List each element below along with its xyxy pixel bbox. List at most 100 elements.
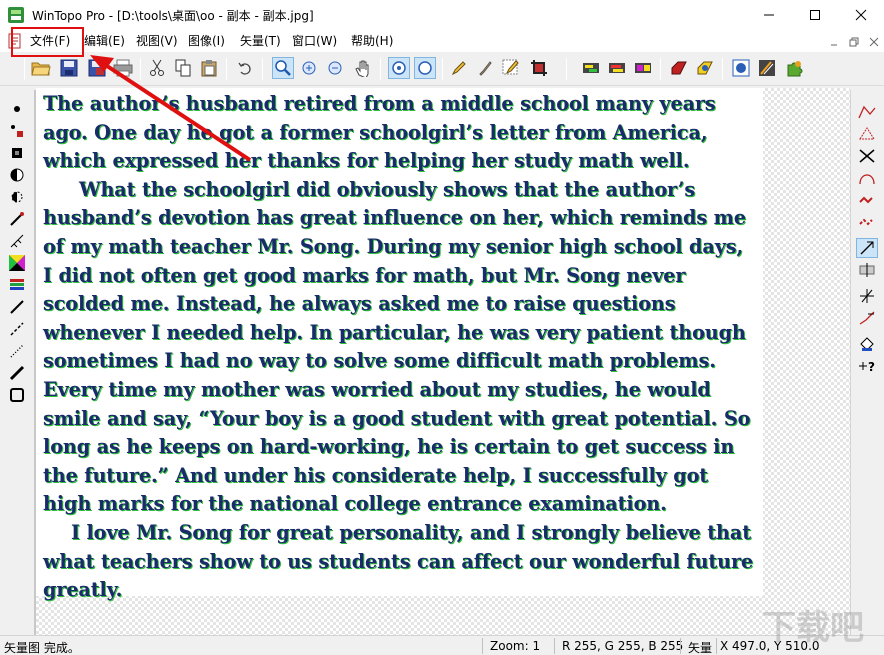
paragraph-2: What the schoolgirl did obviously shows … <box>43 177 751 516</box>
despeckle-icon <box>11 125 23 137</box>
join-tool-button[interactable] <box>856 190 878 210</box>
copy-icon <box>175 59 191 77</box>
smooth-tool-button[interactable] <box>7 166 27 184</box>
color-separation-button[interactable] <box>632 57 654 79</box>
zoom-tool-button[interactable] <box>272 57 294 79</box>
close-button[interactable] <box>838 0 884 30</box>
vectorise-button[interactable] <box>668 57 690 79</box>
restore-icon <box>849 37 859 47</box>
menu-vector[interactable]: 矢量(T) <box>240 34 281 48</box>
measure-tool-button[interactable] <box>856 260 878 280</box>
thick-line-tool-button[interactable] <box>7 364 27 382</box>
undo-button[interactable] <box>234 57 256 79</box>
clean-edges-tool-button[interactable] <box>7 188 27 206</box>
skeleton-tool-button[interactable] <box>7 232 27 250</box>
fill-holes-tool-button[interactable] <box>7 144 27 162</box>
dashed-line-tool-button[interactable] <box>7 320 27 338</box>
print-button[interactable] <box>112 57 134 79</box>
line-tool-button[interactable] <box>7 298 27 316</box>
cut-button[interactable] <box>146 57 168 79</box>
menu-window[interactable]: 窗口(W) <box>292 34 337 48</box>
vector-edit-button[interactable] <box>756 57 778 79</box>
menu-view[interactable]: 视图(V) <box>136 34 178 48</box>
save-as-button[interactable] <box>86 57 108 79</box>
skeleton-icon <box>10 234 24 248</box>
maximize-icon <box>810 10 820 20</box>
half-circle-icon <box>10 168 24 182</box>
polyline-tool-button[interactable] <box>856 102 878 122</box>
help-tool-button[interactable]: ? <box>856 356 878 376</box>
split-tool-button[interactable] <box>856 286 878 306</box>
status-rgb: R 255, G 255, B 255 <box>562 639 684 653</box>
mdi-close-button[interactable] <box>866 35 882 49</box>
color-bars-icon <box>10 279 24 290</box>
close-icon <box>855 9 867 21</box>
mdi-restore-button[interactable] <box>846 35 862 49</box>
curve-tool-button[interactable] <box>856 168 878 188</box>
adaptive-threshold-button[interactable] <box>606 57 628 79</box>
fill-color-tool-button[interactable] <box>856 334 878 354</box>
thick-line-icon <box>9 365 25 381</box>
folder-open-icon <box>31 62 51 76</box>
rectangle-tool-button[interactable] <box>7 386 27 404</box>
paste-button[interactable] <box>198 57 220 79</box>
dot-tool-button[interactable] <box>7 100 27 118</box>
despeckle-tool-button[interactable] <box>7 122 27 140</box>
status-separator <box>482 638 483 654</box>
minimize-icon <box>831 44 837 46</box>
break-tool-button[interactable] <box>856 212 878 232</box>
menu-edit[interactable]: 编辑(E) <box>84 34 125 48</box>
one-touch-vectorise-button[interactable] <box>694 57 716 79</box>
pencil-icon <box>451 61 466 76</box>
view-vector-icon <box>418 61 432 75</box>
brush-tool-button[interactable] <box>474 57 496 79</box>
color-bars-tool-button[interactable] <box>7 276 27 294</box>
maximize-button[interactable] <box>792 0 838 30</box>
copy-button[interactable] <box>172 57 194 79</box>
select-node-tool-button[interactable] <box>856 238 878 258</box>
brush-icon <box>479 61 492 76</box>
pan-tool-button[interactable] <box>352 57 374 79</box>
break-icon <box>859 218 873 226</box>
curve-icon <box>859 174 875 185</box>
menu-bar: 文件(F) 编辑(E) 视图(V) 图像(I) 矢量(T) 窗口(W) 帮助(H… <box>0 30 884 52</box>
mdi-minimize-button[interactable] <box>826 35 842 49</box>
status-separator <box>554 638 555 654</box>
save-button[interactable] <box>58 57 80 79</box>
pencil-tool-button[interactable] <box>448 57 470 79</box>
toolbar-separator <box>140 58 141 80</box>
view-image-icon <box>392 61 406 75</box>
open-button[interactable] <box>30 57 52 79</box>
clean-up-button[interactable] <box>730 57 752 79</box>
menu-image[interactable]: 图像(I) <box>188 34 225 48</box>
image-canvas[interactable]: The author’s husband retired from a midd… <box>36 88 850 635</box>
color-tool-button[interactable] <box>7 254 27 272</box>
status-separator <box>680 638 681 654</box>
document-text: The author’s husband retired from a midd… <box>43 90 758 605</box>
route-tool-button[interactable] <box>856 308 878 328</box>
minimize-button[interactable] <box>746 0 792 30</box>
status-message: 矢量图 完成。 <box>4 641 80 655</box>
view-original-button[interactable] <box>388 57 410 79</box>
raster-image: The author’s husband retired from a midd… <box>36 88 763 601</box>
vectorise-icon <box>671 61 687 75</box>
edit-tool-button[interactable] <box>500 57 522 79</box>
dotted-line-tool-button[interactable] <box>7 342 27 360</box>
hand-icon <box>355 60 369 77</box>
printer-icon <box>113 59 133 77</box>
thin-tool-button[interactable] <box>7 210 27 228</box>
zoom-in-button[interactable] <box>298 57 320 79</box>
plugins-button[interactable] <box>784 57 806 79</box>
save-icon <box>60 59 78 77</box>
puzzle-icon <box>787 61 803 77</box>
cross-tool-button[interactable] <box>856 146 878 166</box>
zoom-out-button[interactable] <box>324 57 346 79</box>
color-separate-icon <box>635 63 651 73</box>
polygon-tool-button[interactable] <box>856 124 878 144</box>
menu-help[interactable]: 帮助(H) <box>351 34 393 48</box>
thin-lines-button[interactable] <box>580 57 602 79</box>
view-vector-button[interactable] <box>414 57 436 79</box>
cross-icon <box>859 149 875 163</box>
crop-tool-button[interactable] <box>528 57 550 79</box>
clipboard-icon <box>201 60 217 77</box>
